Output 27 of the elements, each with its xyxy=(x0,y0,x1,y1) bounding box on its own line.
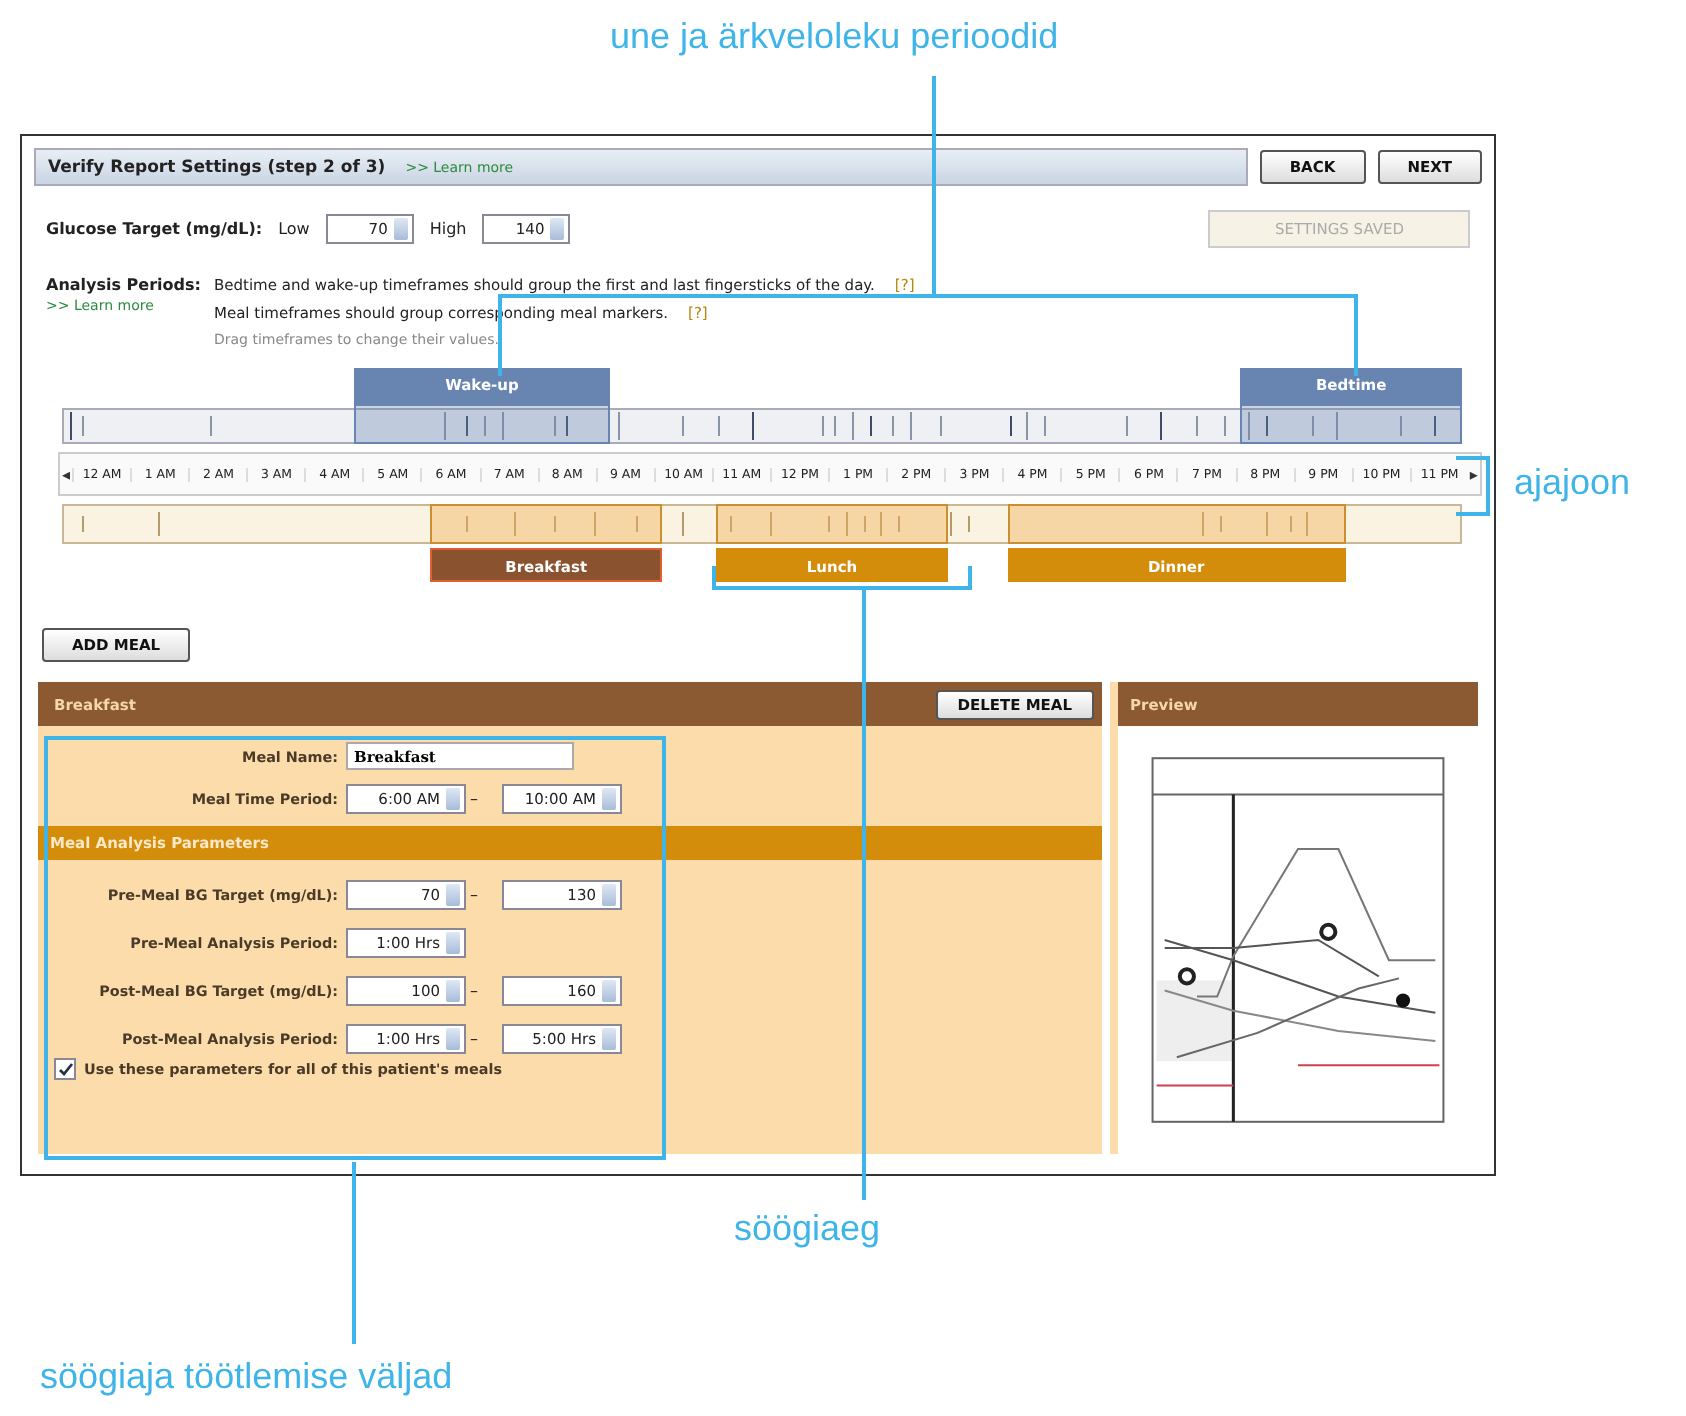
timeframe-range[interactable] xyxy=(1007,504,1346,544)
timeframe-range[interactable] xyxy=(353,404,611,444)
annotation-label: ajajoon xyxy=(1514,462,1631,504)
limit-line xyxy=(1156,1084,1234,1087)
leader-line xyxy=(1456,456,1490,516)
range-dash: – xyxy=(470,1030,478,1048)
timeframe-range[interactable] xyxy=(1240,404,1462,444)
annotation-label: söögiaeg xyxy=(734,1208,881,1250)
data-point xyxy=(1319,922,1338,941)
timeframe-range[interactable] xyxy=(429,504,663,544)
apply-all-checkbox[interactable] xyxy=(54,1058,76,1080)
data-point xyxy=(1177,967,1196,986)
timeframe-range[interactable] xyxy=(715,504,949,544)
window-title: Verify Report Settings (step 2 of 3) xyxy=(48,157,386,177)
annotation-label: une ja ärkveloleku perioodid xyxy=(610,16,1059,58)
annotation-label: söögiaja töötlemise väljad xyxy=(40,1356,453,1398)
range-dash: – xyxy=(470,982,478,1000)
limit-line xyxy=(1298,1064,1440,1067)
low-label: Low xyxy=(278,220,310,238)
analysis-periods-label: Analysis Periods: xyxy=(46,276,203,294)
scroll-right-control[interactable]: ▸ xyxy=(1467,465,1480,483)
range-dash: – xyxy=(470,886,478,904)
range-dash: – xyxy=(470,790,478,808)
data-point xyxy=(1395,993,1411,1008)
scroll-left-control[interactable]: ◂ xyxy=(60,465,72,483)
high-label: High xyxy=(429,220,467,238)
glucose-target-label: Glucose Target (mg/dL): xyxy=(46,220,263,238)
